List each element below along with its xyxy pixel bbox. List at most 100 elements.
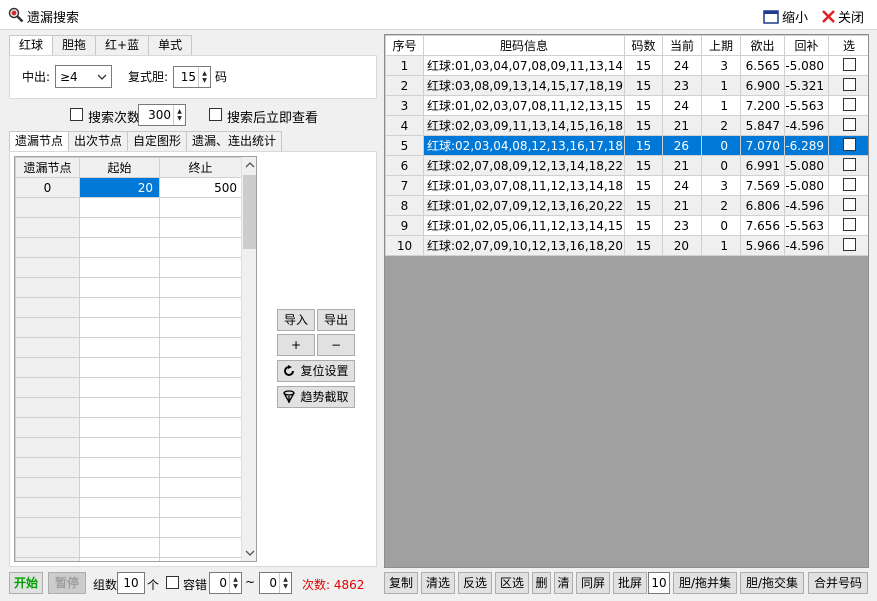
row-out[interactable]: 7.070 [740, 135, 785, 156]
search-count-stepper[interactable]: 300 ▲ ▼ [138, 104, 186, 126]
batch-screen-input[interactable]: 10 [648, 572, 670, 594]
row-out[interactable]: 7.569 [740, 175, 785, 196]
row-info[interactable]: 红球:01,02,05,06,11,12,13,14,15,...... [423, 215, 625, 236]
row-select-cell[interactable] [828, 195, 868, 216]
add-row-button[interactable]: + [277, 334, 315, 356]
row-out[interactable]: 5.966 [740, 235, 785, 256]
tolerance-to-stepper[interactable]: 0 ▲ ▼ [259, 572, 292, 594]
row-select-checkbox[interactable] [842, 77, 856, 91]
spin-arrows-icon[interactable]: ▲ ▼ [198, 67, 210, 87]
table-row-selected[interactable]: 5 红球:02,03,04,08,12,13,16,17,18,...... 1… [385, 135, 868, 156]
same-screen-button[interactable]: 同屏 [576, 572, 610, 594]
table-row[interactable] [15, 517, 242, 538]
row-select-cell[interactable] [828, 215, 868, 236]
tab-red-blue[interactable]: 红+蓝 [95, 35, 150, 55]
row-count[interactable]: 15 [624, 55, 663, 76]
table-row[interactable]: 9 红球:01,02,05,06,11,12,13,14,15,...... 1… [385, 215, 868, 236]
row-select-cell[interactable] [828, 55, 868, 76]
row-select-cell[interactable] [828, 155, 868, 176]
row-info[interactable]: 红球:02,07,09,10,12,13,16,18,20,...... [423, 235, 625, 256]
spin-arrows-icon[interactable]: ▲ ▼ [229, 573, 241, 593]
row-prev[interactable]: 3 [701, 55, 741, 76]
remove-row-button[interactable]: − [317, 334, 355, 356]
row-back[interactable]: -5.563 [784, 215, 829, 236]
row-prev[interactable]: 3 [701, 175, 741, 196]
row-info[interactable]: 红球:02,07,08,09,12,13,14,18,22,...... [423, 155, 625, 176]
table-row[interactable] [15, 397, 242, 418]
tolerance-from-stepper[interactable]: 0 ▲ ▼ [209, 572, 242, 594]
scroll-down-icon[interactable] [245, 550, 255, 556]
table-row[interactable] [15, 557, 242, 561]
row-info[interactable]: 红球:01,03,04,07,08,09,11,13,14,...... [423, 55, 625, 76]
table-row[interactable]: 4 红球:02,03,09,11,13,14,15,16,18,...... 1… [385, 115, 868, 136]
row-index[interactable]: 4 [385, 115, 424, 136]
row-index[interactable]: 2 [385, 75, 424, 96]
invert-selection-button[interactable]: 反选 [458, 572, 492, 594]
row-index[interactable]: 1 [385, 55, 424, 76]
col-header-out[interactable]: 欲出 [740, 35, 785, 56]
row-index[interactable]: 7 [385, 175, 424, 196]
zhongchu-select[interactable]: ≥4 [55, 65, 112, 88]
fushidan-stepper[interactable]: 15 ▲ ▼ [173, 66, 211, 88]
tab-single[interactable]: 单式 [148, 35, 193, 55]
row-prev[interactable]: 0 [701, 155, 741, 176]
start-button[interactable]: 开始 [9, 572, 43, 594]
row-out[interactable]: 7.200 [740, 95, 785, 116]
search-count-checkbox[interactable] [70, 108, 83, 121]
table-row[interactable] [15, 217, 242, 238]
scroll-thumb[interactable] [243, 175, 256, 249]
row-count[interactable]: 15 [624, 195, 663, 216]
table-row[interactable] [15, 437, 242, 458]
table-row[interactable]: 8 红球:01,02,07,09,12,13,16,20,22,...... 1… [385, 195, 868, 216]
col-header-select[interactable]: 选 [828, 35, 868, 56]
row-current[interactable]: 23 [662, 215, 702, 236]
row-prev[interactable]: 2 [701, 115, 741, 136]
group-count-input[interactable]: 10 [117, 572, 145, 594]
shrink-button[interactable]: 缩小 [763, 7, 808, 26]
dan-tuo-intersect-button[interactable]: 胆/拖交集 [740, 572, 804, 594]
row-count[interactable]: 15 [624, 135, 663, 156]
row-out[interactable]: 5.847 [740, 115, 785, 136]
row-current[interactable]: 26 [662, 135, 702, 156]
scroll-up-icon[interactable] [245, 162, 255, 168]
row-select-checkbox[interactable] [842, 197, 856, 211]
row-select-cell[interactable] [828, 115, 868, 136]
tab-occur-node[interactable]: 出次节点 [68, 131, 129, 151]
search-then-view-checkbox[interactable] [209, 108, 222, 121]
table-row[interactable] [15, 297, 242, 318]
row-info[interactable]: 红球:01,02,03,07,08,11,12,13,15,...... [423, 95, 625, 116]
row-prev[interactable]: 1 [701, 95, 741, 116]
spin-arrows-icon[interactable]: ▲ ▼ [173, 105, 185, 125]
row-index[interactable]: 8 [385, 195, 424, 216]
col-header-info[interactable]: 胆码信息 [423, 35, 625, 56]
copy-button[interactable]: 复制 [384, 572, 418, 594]
table-row[interactable] [15, 257, 242, 278]
row-current[interactable]: 24 [662, 175, 702, 196]
row-select-checkbox[interactable] [842, 137, 856, 151]
row-back[interactable]: -5.080 [784, 55, 829, 76]
row-out[interactable]: 6.900 [740, 75, 785, 96]
spin-arrows-icon[interactable]: ▲ ▼ [279, 573, 291, 593]
row-select-cell[interactable] [828, 95, 868, 116]
row-back[interactable]: -5.080 [784, 175, 829, 196]
merge-numbers-button[interactable]: 合并号码 [808, 572, 868, 594]
row-prev[interactable]: 0 [701, 215, 741, 236]
row-index[interactable]: 3 [385, 95, 424, 116]
import-button[interactable]: 导入 [277, 309, 315, 331]
row-index[interactable]: 5 [385, 135, 424, 156]
row-prev[interactable]: 0 [701, 135, 741, 156]
row-back[interactable]: -5.321 [784, 75, 829, 96]
pause-button[interactable]: 暂停 [48, 572, 86, 594]
row-info[interactable]: 红球:03,08,09,13,14,15,17,18,19,...... [423, 75, 625, 96]
col-header-count[interactable]: 码数 [624, 35, 663, 56]
row-index[interactable]: 10 [385, 235, 424, 256]
row-out[interactable]: 6.565 [740, 55, 785, 76]
table-row[interactable]: 7 红球:01,03,07,08,11,12,13,14,18,...... 1… [385, 175, 868, 196]
table-row[interactable] [15, 317, 242, 338]
row-back[interactable]: -4.596 [784, 235, 829, 256]
row-select-cell[interactable] [828, 235, 868, 256]
row-count[interactable]: 15 [624, 115, 663, 136]
close-button[interactable]: 关闭 [822, 7, 864, 26]
delete-button[interactable]: 删 [532, 572, 551, 594]
row-count[interactable]: 15 [624, 235, 663, 256]
